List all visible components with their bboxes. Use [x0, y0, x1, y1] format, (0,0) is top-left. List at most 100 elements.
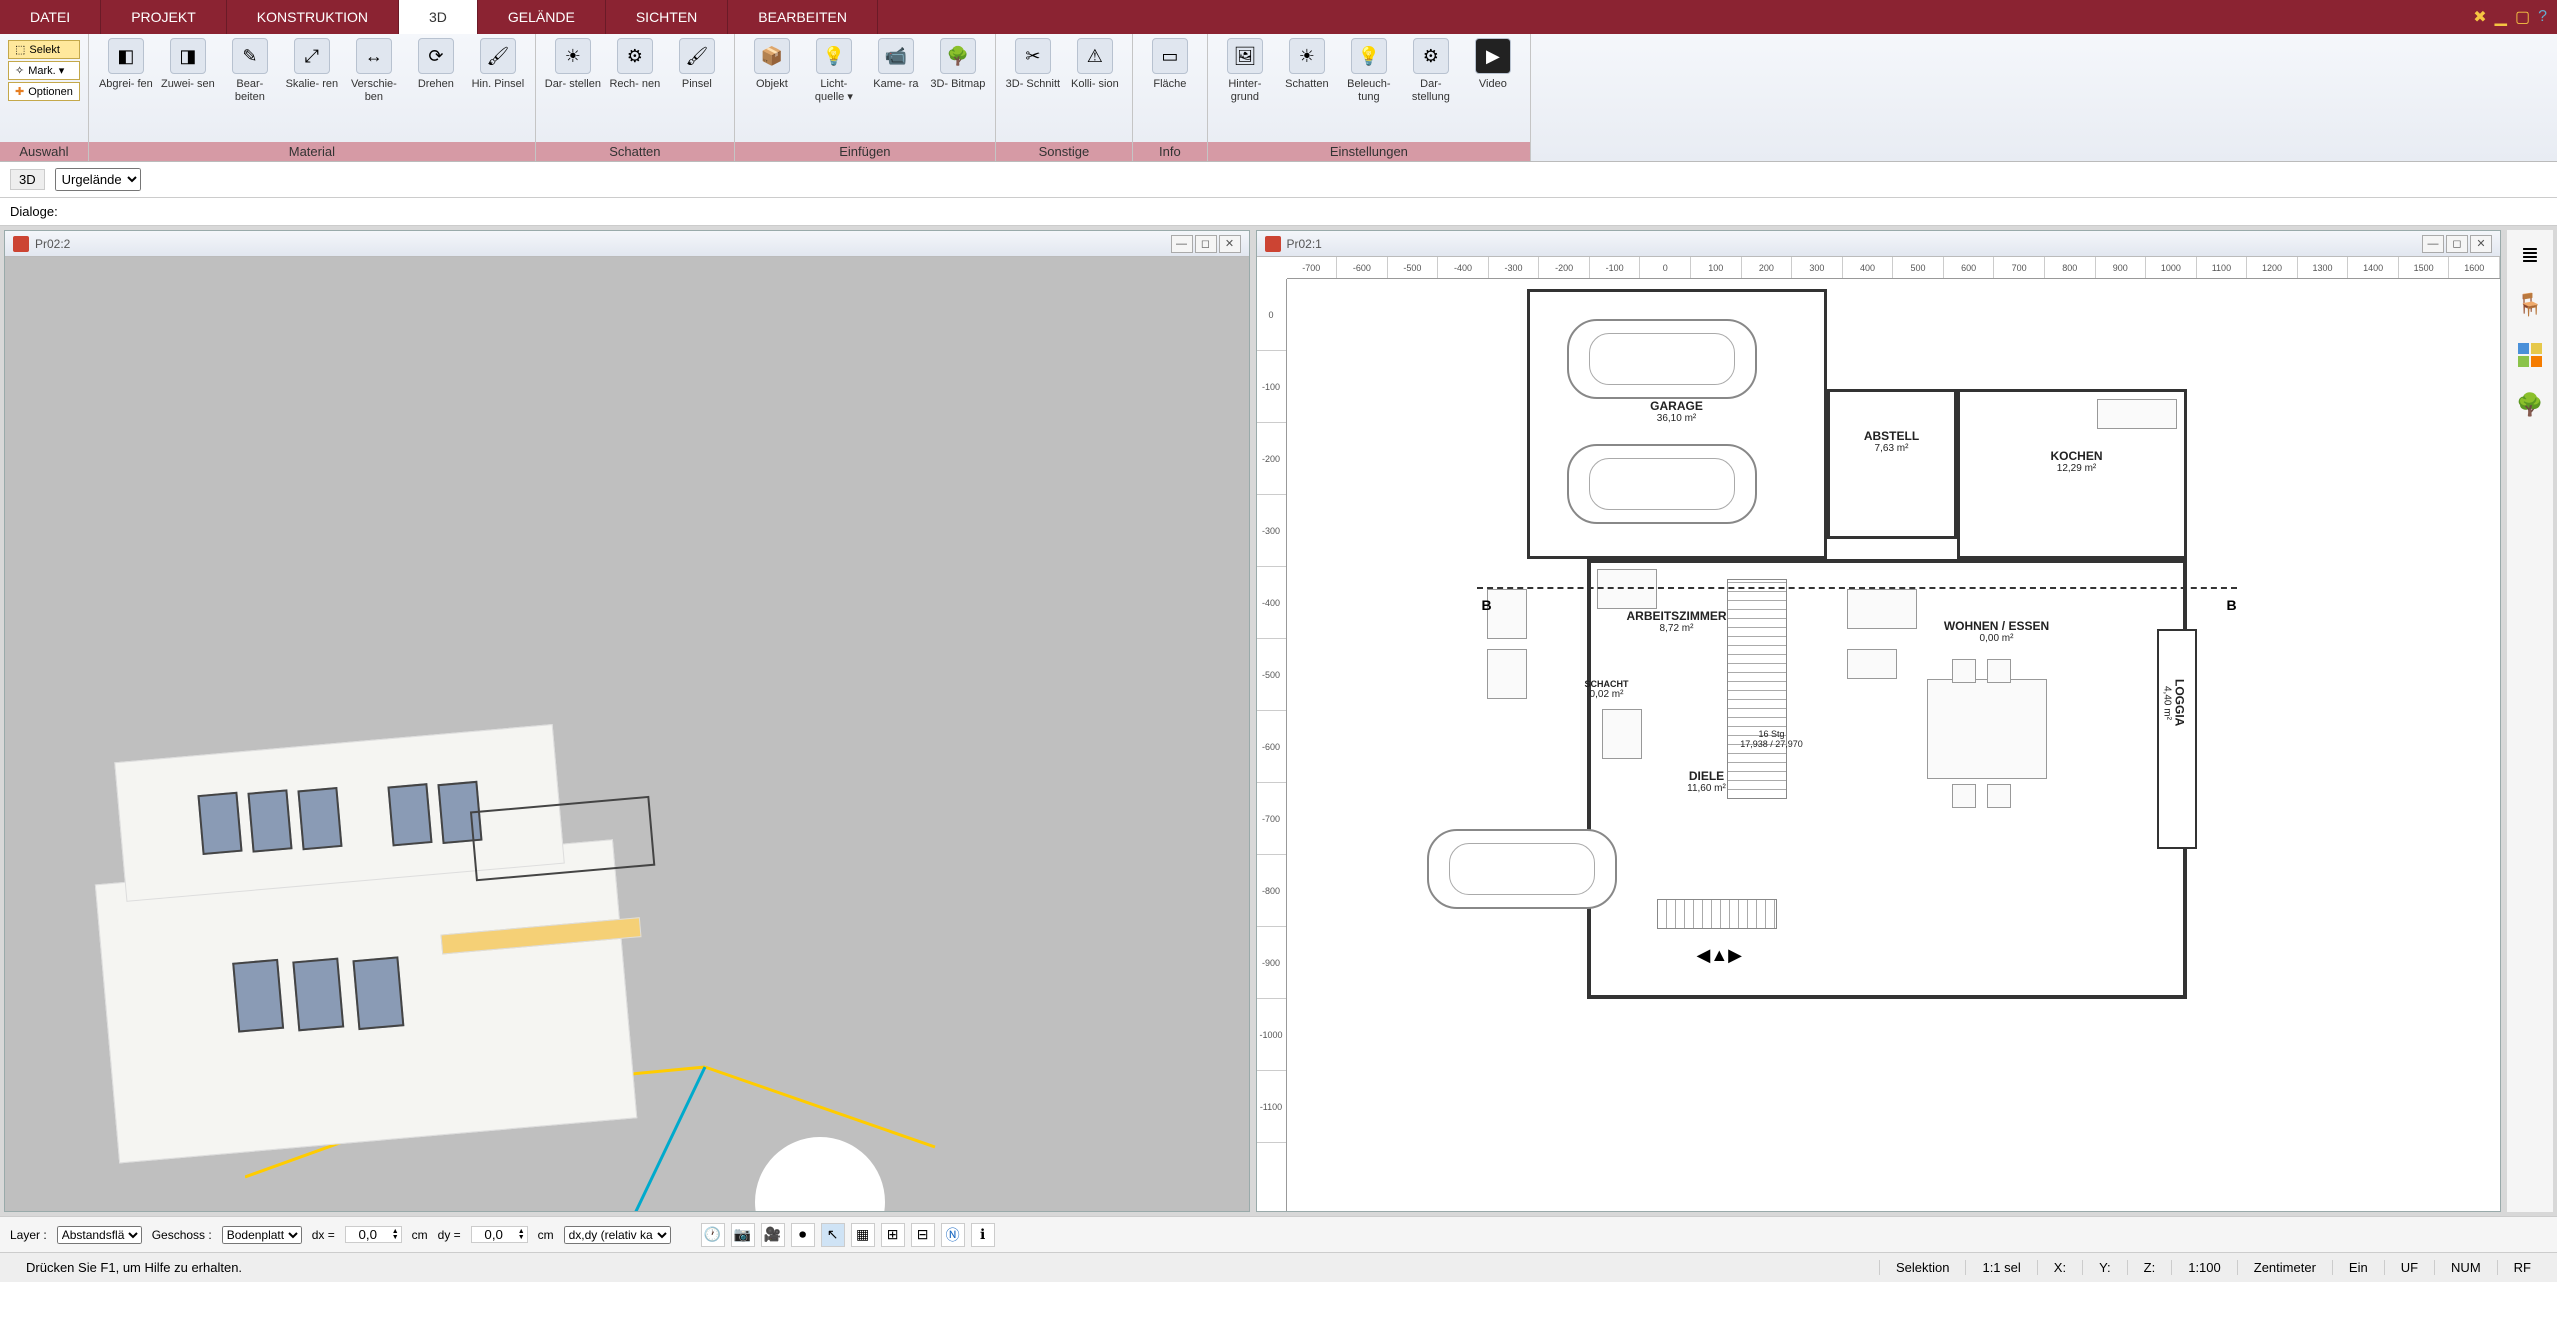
pane-title-right: Pr02:1 — ◻ ✕ [1257, 231, 2501, 257]
pane-icon [1265, 236, 1281, 252]
room-label: DIELE11,60 m² [1657, 769, 1757, 794]
camera-icon[interactable]: 📷 [731, 1223, 755, 1247]
tab-3d[interactable]: 3D [399, 0, 478, 34]
coord-mode-select[interactable]: dx,dy (relativ ka [564, 1226, 671, 1244]
plan-canvas[interactable]: GARAGE36,10 m² ABSTELL7,63 m² KOCHEN12,2… [1287, 279, 2501, 1211]
options-button[interactable]: ✚ Optionen [8, 82, 80, 101]
dy-input[interactable]: ▲▼ [471, 1226, 528, 1243]
sofa [1847, 589, 1917, 629]
tree-icon[interactable]: 🌳 [2515, 390, 2545, 420]
viewport-3d[interactable] [5, 257, 1249, 1211]
tab-projekt[interactable]: PROJEKT [101, 0, 227, 34]
ribbon-button[interactable]: ⤢Skalie- ren [283, 38, 341, 91]
stairs-note: 16 Stg17,938 / 27,970 [1717, 729, 1827, 749]
group-label: Sonstige [996, 142, 1132, 161]
help-icon[interactable]: ? [2538, 8, 2547, 26]
ribbon-button[interactable]: ⚙Rech- nen [606, 38, 664, 91]
select-button[interactable]: ⬚ Selekt [8, 40, 80, 59]
grid-icon[interactable]: ▦ [851, 1223, 875, 1247]
unit-label: cm [412, 1228, 428, 1242]
grid2-icon[interactable]: ⊟ [911, 1223, 935, 1247]
arrow-icon[interactable]: ↖ [821, 1223, 845, 1247]
status-ein: Ein [2332, 1260, 2384, 1275]
tab-datei[interactable]: DATEI [0, 0, 101, 34]
ribbon-button[interactable]: ✎Bear- beiten [221, 38, 279, 104]
pane-3d: Pr02:2 — ◻ ✕ [4, 230, 1250, 1212]
tab-gelaende[interactable]: GELÄNDE [478, 0, 606, 34]
video-icon[interactable]: 🎥 [761, 1223, 785, 1247]
ribbon-button[interactable]: ▶Video [1464, 38, 1522, 91]
status-hint: Drücken Sie F1, um Hilfe zu erhalten. [10, 1260, 258, 1275]
section-line [1477, 587, 2237, 589]
ribbon-button[interactable]: 🌳3D- Bitmap [929, 38, 987, 91]
tab-bearbeiten[interactable]: BEARBEITEN [728, 0, 878, 34]
close-icon[interactable]: ✕ [2470, 235, 2492, 253]
status-x: X: [2037, 1260, 2082, 1275]
ribbon-button[interactable]: ↔Verschie- ben [345, 38, 403, 104]
mark-button[interactable]: ✧ Mark. ▾ [8, 61, 80, 80]
geschoss-label: Geschoss : [152, 1228, 212, 1242]
dx-label: dx = [312, 1228, 335, 1242]
status-unit: Zentimeter [2237, 1260, 2332, 1275]
pane-plan: Pr02:1 — ◻ ✕ -700-600-500-400-300-200-10… [1256, 230, 2502, 1212]
viewport-plan[interactable]: -700-600-500-400-300-200-100010020030040… [1257, 257, 2501, 1211]
main-tabs: DATEI PROJEKT KONSTRUKTION 3D GELÄNDE SI… [0, 0, 878, 34]
tools-icon[interactable]: ✖ [2473, 7, 2486, 27]
dx-input[interactable]: ▲▼ [345, 1226, 402, 1243]
minimize-icon[interactable]: — [2422, 235, 2444, 253]
room-abstell[interactable] [1827, 389, 1957, 539]
ribbon-button[interactable]: ⚙Dar- stellung [1402, 38, 1460, 104]
room-loggia[interactable] [2157, 629, 2197, 849]
unit-label: cm [538, 1228, 554, 1242]
ribbon-button[interactable]: ⚠Kolli- sion [1066, 38, 1124, 91]
view-tag: 3D [10, 169, 45, 190]
status-z: Z: [2127, 1260, 2172, 1275]
stairs[interactable] [1727, 579, 1787, 799]
record-icon[interactable]: ⏺ [791, 1223, 815, 1247]
layer-select[interactable]: Abstandsflä [57, 1226, 142, 1244]
layers-icon[interactable]: ≣ [2515, 240, 2545, 270]
layer-label: Layer : [10, 1228, 47, 1242]
ribbon-button[interactable]: ▭Fläche [1141, 38, 1199, 91]
wc-fixture [1602, 709, 1642, 759]
minimize-icon[interactable]: — [1171, 235, 1193, 253]
ribbon-button[interactable]: ☀Dar- stellen [544, 38, 602, 91]
pane-icon [13, 236, 29, 252]
appliance [1487, 649, 1527, 699]
snap-icon[interactable]: ⊞ [881, 1223, 905, 1247]
ribbon-button[interactable]: ⟳Drehen [407, 38, 465, 91]
clock-icon[interactable]: 🕐 [701, 1223, 725, 1247]
tab-sichten[interactable]: SICHTEN [606, 0, 728, 34]
ribbon-button[interactable]: 🖼Hinter- grund [1216, 38, 1274, 104]
room-label: KOCHEN12,29 m² [2017, 449, 2137, 474]
furniture-icon[interactable]: 🪑 [2515, 290, 2545, 320]
section-marker-left: B [1482, 597, 1492, 613]
palette-icon[interactable] [2515, 340, 2545, 370]
max-icon[interactable]: ▢ [2515, 7, 2530, 27]
group-label: Einfügen [735, 142, 995, 161]
ribbon-group-sonstige: ✂3D- Schnitt⚠Kolli- sion Sonstige [996, 34, 1133, 161]
ribbon-button[interactable]: 🖌Pinsel [668, 38, 726, 91]
tab-konstruktion[interactable]: KONSTRUKTION [227, 0, 399, 34]
geschoss-select[interactable]: Bodenplatt [222, 1226, 302, 1244]
terrain-select[interactable]: Urgelände [55, 168, 141, 191]
north-icon[interactable]: Ⓝ [941, 1223, 965, 1247]
min-icon[interactable]: ▁ [2495, 7, 2507, 27]
house-model [84, 711, 745, 1211]
ribbon-button[interactable]: 🖌Hin. Pinsel [469, 38, 527, 91]
maximize-icon[interactable]: ◻ [2446, 235, 2468, 253]
info-icon[interactable]: ℹ [971, 1223, 995, 1247]
ribbon-button[interactable]: ✂3D- Schnitt [1004, 38, 1062, 91]
close-icon[interactable]: ✕ [1219, 235, 1241, 253]
ribbon-button[interactable]: ◧Abgrei- fen [97, 38, 155, 91]
ribbon-button[interactable]: 💡Beleuch- tung [1340, 38, 1398, 104]
ribbon-button[interactable]: 💡Licht- quelle ▾ [805, 38, 863, 104]
group-label: Einstellungen [1208, 142, 1530, 161]
maximize-icon[interactable]: ◻ [1195, 235, 1217, 253]
appliance [1487, 589, 1527, 639]
ribbon-button[interactable]: ☀Schatten [1278, 38, 1336, 91]
group-label: Material [89, 142, 535, 161]
ribbon-button[interactable]: ◨Zuwei- sen [159, 38, 217, 91]
ribbon-button[interactable]: 📹Kame- ra [867, 38, 925, 91]
ribbon-button[interactable]: 📦Objekt [743, 38, 801, 91]
